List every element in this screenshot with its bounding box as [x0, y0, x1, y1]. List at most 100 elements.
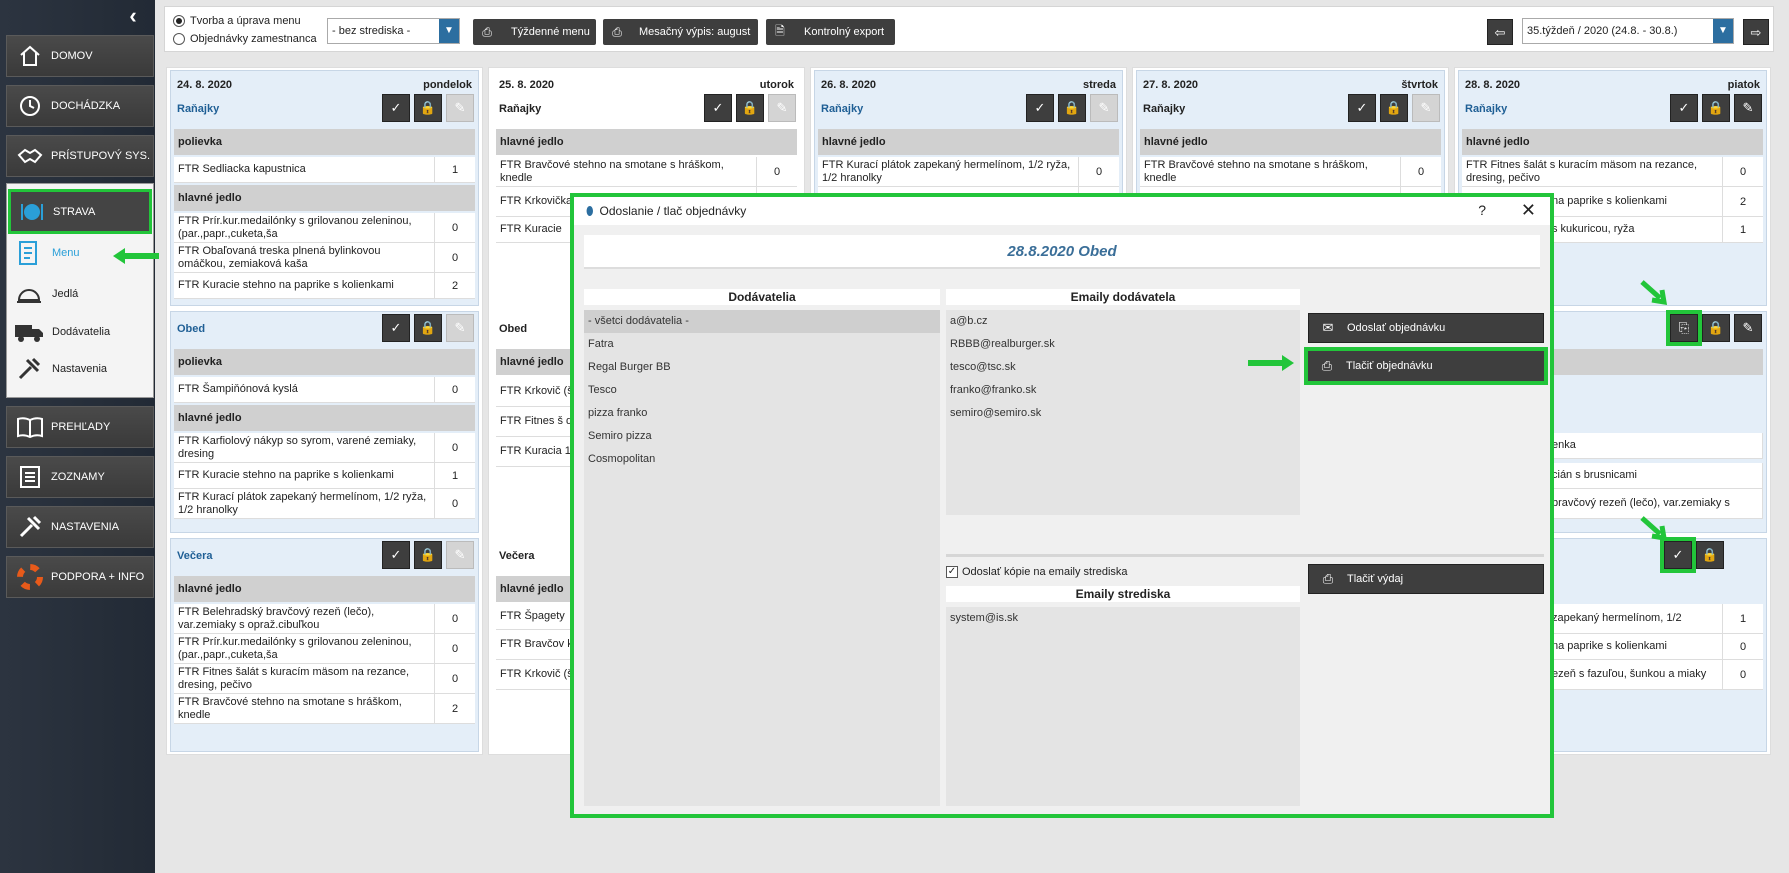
table-row[interactable]: FTR Kurací plátok zapekaný hermelínom, 1… [818, 157, 1119, 187]
copy-emails-checkbox[interactable]: ✓ Odoslať kópie na emaily strediska [946, 566, 1128, 578]
chevron-down-icon[interactable]: ▼ [439, 19, 459, 43]
checklist-icon[interactable]: ✓ [1348, 94, 1376, 122]
table-row[interactable]: FTR Belehradský bravčový rezeň (lečo), v… [174, 604, 475, 634]
list-item[interactable]: system@is.sk [946, 607, 1300, 630]
meal-label: Obed [499, 323, 528, 335]
lock-icon[interactable]: 🔒 [414, 314, 442, 342]
submenu-jedla[interactable]: Jedlá [14, 282, 78, 306]
checklist-icon[interactable]: ✓ [382, 94, 410, 122]
green-arrow-right-icon [1248, 355, 1294, 371]
table-row[interactable]: FTR Karfiolový nákyp so syrom, varené ze… [174, 433, 475, 463]
dish-count: 1 [451, 163, 459, 176]
print-order-button[interactable]: ⎙ Tlačiť objednávku [1304, 347, 1548, 385]
nav-strava[interactable]: STRAVA [8, 189, 152, 234]
table-row[interactable]: FTR Obaľovaná treska plnená bylinkovou o… [174, 243, 475, 273]
nav-dochadzka[interactable]: DOCHÁDZKA [6, 85, 154, 127]
nav-podpora[interactable]: PODPORA + INFO [6, 556, 154, 598]
lock-icon[interactable]: 🔒 [1696, 541, 1724, 569]
day-date: 25. 8. 2020 [499, 79, 555, 91]
meal-actions: ⎘ 🔒 ✎ [1666, 310, 1762, 346]
table-row[interactable]: FTR Prír.kur.medailónky s grilovanou zel… [174, 213, 475, 243]
day-name: utorok [759, 79, 794, 91]
lock-icon[interactable]: 🔒 [414, 541, 442, 569]
list-item[interactable]: tesco@tsc.sk [946, 356, 1300, 379]
monthly-report-button[interactable]: ⎙ Mesačný výpis: august [603, 19, 758, 45]
table-row[interactable]: FTR Šampiňónová kyslá 0 [174, 377, 475, 403]
nav-zoznamy[interactable]: ZOZNAMY [6, 456, 154, 498]
list-item[interactable]: franko@franko.sk [946, 379, 1300, 402]
nav-domov[interactable]: DOMOV [6, 35, 154, 77]
table-row[interactable]: FTR Sedliacka kapustnica 1 [174, 157, 475, 183]
home-icon [17, 43, 43, 69]
nav-label: PODPORA + INFO [51, 571, 145, 583]
week-select[interactable]: 35.týždeň / 2020 (24.8. - 30.8.) ▼ [1522, 18, 1734, 44]
checklist-icon[interactable]: ✓ [704, 94, 732, 122]
checklist-icon[interactable]: ✓ [382, 541, 410, 569]
submenu-menu[interactable]: Menu [14, 241, 80, 265]
chevron-down-icon[interactable]: ▼ [1713, 19, 1733, 43]
table-row[interactable]: FTR Fitnes šalát s kuracím mäsom na reza… [174, 664, 475, 694]
table-row[interactable]: FTR Fitnes šalát s kuracím mäsom na reza… [1462, 157, 1763, 187]
next-week-button[interactable]: ⇨ [1743, 19, 1769, 45]
collapse-sidebar-icon[interactable]: ‹ [122, 5, 144, 28]
truck-icon [14, 320, 44, 344]
list-item[interactable]: RBBB@realburger.sk [946, 333, 1300, 356]
lock-icon[interactable]: 🔒 [1058, 94, 1086, 122]
table-row[interactable]: FTR Bravčové stehno na smotane s hráškom… [1140, 157, 1441, 187]
meal-actions: ✓ 🔒 ✎ [1348, 94, 1440, 122]
weekly-menu-button[interactable]: ⎙ Týždenné menu [473, 19, 596, 45]
prev-week-button[interactable]: ⇦ [1487, 19, 1513, 45]
lock-icon[interactable]: 🔒 [1380, 94, 1408, 122]
list-item[interactable]: Cosmopolitan [584, 448, 940, 471]
list-item[interactable]: - všetci dodávatelia - [584, 310, 940, 333]
table-row[interactable]: FTR Kuracie stehno na paprike s kolienka… [174, 273, 475, 299]
table-row[interactable]: FTR Bravčové stehno na smotane s hráškom… [496, 157, 797, 187]
checklist-icon[interactable]: ✓ [1026, 94, 1054, 122]
checklist-icon[interactable]: ✓ [1660, 537, 1696, 573]
submenu-dodavatelia[interactable]: Dodávatelia [14, 320, 110, 344]
dinner-section: Večera ✓ 🔒 ✎ hlavné jedlo FTR Belehradský … [170, 538, 479, 752]
list-item[interactable]: Regal Burger BB [584, 356, 940, 379]
list-item[interactable]: pizza franko [584, 402, 940, 425]
lock-icon[interactable]: 🔒 [1702, 94, 1730, 122]
list-item[interactable]: a@b.cz [946, 310, 1300, 333]
print-issue-button[interactable]: ⎙ Tlačiť výdaj [1308, 564, 1544, 594]
dish-name: FTR Prír.kur.medailónky s grilovanou zel… [174, 634, 435, 663]
lock-icon[interactable]: 🔒 [736, 94, 764, 122]
day-name: piatok [1727, 79, 1760, 91]
list-item[interactable]: semiro@semiro.sk [946, 402, 1300, 425]
lock-icon[interactable]: 🔒 [414, 94, 442, 122]
list-item[interactable]: Fatra [584, 333, 940, 356]
help-button[interactable]: ? [1478, 202, 1486, 218]
printer-icon: ⎙ [1322, 571, 1334, 586]
day-header: 28. 8. 2020 piatok [1465, 79, 1760, 91]
list-item[interactable]: Tesco [584, 379, 940, 402]
checkbox-checked-icon: ✓ [946, 566, 958, 578]
close-icon[interactable]: ✕ [1521, 200, 1536, 221]
submenu-nastavenia[interactable]: Nastavenia [14, 357, 107, 381]
table-row[interactable]: FTR Kurací plátok zapekaný hermelínom, 1… [174, 489, 475, 519]
center-select[interactable]: - bez strediska - ▼ [327, 18, 460, 44]
list-item[interactable]: Semiro pizza [584, 425, 940, 448]
checklist-icon[interactable]: ✓ [382, 314, 410, 342]
nav-nastavenia[interactable]: NASTAVENIA [6, 506, 154, 548]
checklist-icon[interactable]: ✓ [1670, 94, 1698, 122]
dish-name: FTR Šampiňónová kyslá [174, 377, 435, 402]
export-order-icon[interactable]: ⎘ [1666, 310, 1702, 346]
meal-label: Raňajky [177, 103, 220, 115]
nav-pristupovy[interactable]: PRÍSTUPOVÝ SYS. [6, 135, 154, 177]
pencil-icon[interactable]: ✎ [1734, 314, 1762, 342]
table-row[interactable]: FTR Prír.kur.medailónky s grilovanou zel… [174, 634, 475, 664]
button-label: Kontrolný export [804, 26, 885, 38]
table-row[interactable]: FTR Kuracie stehno na paprike s kolienka… [174, 463, 475, 489]
control-export-button[interactable]: 🗎 Kontrolný export [766, 19, 895, 45]
pencil-icon[interactable]: ✎ [1734, 94, 1762, 122]
lock-icon[interactable]: 🔒 [1702, 314, 1730, 342]
send-order-button[interactable]: ✉ Odoslať objednávku [1308, 313, 1544, 343]
nav-prehlady[interactable]: PREHĽADY [6, 406, 154, 448]
table-row[interactable]: FTR Bravčové stehno na smotane s hráškom… [174, 694, 475, 724]
group-header: hlavné jedlo [818, 129, 1119, 155]
radio-employee-orders[interactable]: Objednávky zamestnanca [173, 33, 317, 45]
supplier-emails-list: a@b.cz RBBB@realburger.sk tesco@tsc.sk f… [946, 310, 1300, 515]
radio-menu-edit[interactable]: Tvorba a úprava menu [173, 15, 301, 27]
